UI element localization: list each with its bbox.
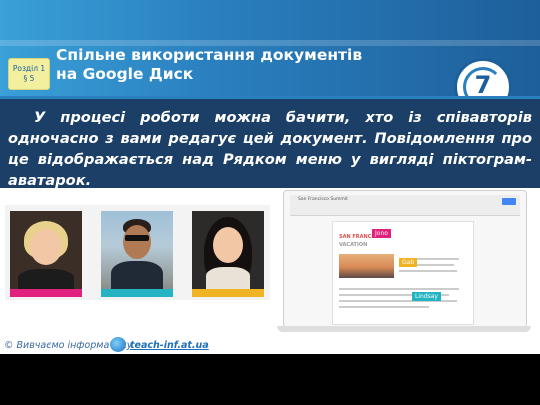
footer-black-bar: [0, 354, 540, 405]
avatar-photo-image: [192, 211, 264, 289]
doc-window-title: San Francisco Summit: [298, 197, 348, 202]
doc-toolbar: San Francisco Summit: [290, 195, 520, 216]
slide-title-line1: Спільне використання документів: [56, 46, 363, 64]
doc-text-line: [339, 288, 459, 290]
doc-page: SAN FRANCISCO VACATION: [332, 221, 474, 325]
site-link[interactable]: teach-inf.at.ua: [130, 340, 209, 351]
avatar-color-bar: [10, 289, 82, 297]
description-text: У процесі роботи можна бачити, хто із сп…: [8, 109, 532, 189]
section-badge: Розділ 1 § 5: [8, 58, 50, 90]
avatar-photo-3: [192, 211, 264, 297]
collaborator-tag-lindsay: Lindsay: [412, 292, 441, 301]
doc-heading-2: VACATION: [339, 242, 368, 248]
share-button[interactable]: [502, 198, 516, 205]
section-label: Розділ 1: [12, 64, 46, 73]
paragraph-label: § 5: [23, 74, 35, 83]
collaborator-tag-gab: Gab: [399, 258, 418, 267]
slide-title-line2: на Google Диск: [56, 65, 194, 83]
avatar-photo-image: [101, 211, 173, 291]
globe-icon: [110, 337, 126, 352]
grade-number: 7: [474, 71, 492, 99]
collaborator-tag-jono: Jono: [372, 229, 391, 238]
laptop-screen: San Francisco Summit SAN FRANCISCO VACAT…: [283, 190, 527, 328]
avatar-color-bar: [101, 289, 173, 297]
avatar-photo-image: [10, 211, 82, 291]
avatar-photos: [5, 205, 270, 300]
avatar-color-bar: [192, 289, 264, 297]
golden-gate-image: [339, 254, 394, 278]
doc-text-line: [399, 270, 457, 272]
laptop-base: [277, 326, 531, 332]
description-box: У процесі роботи можна бачити, хто із сп…: [0, 96, 540, 189]
avatar-photo-1: [10, 211, 82, 297]
avatar-photo-2: [101, 211, 173, 297]
doc-text-line: [339, 306, 429, 308]
slide-title: Спільне використання документів на Googl…: [56, 46, 416, 84]
laptop-screenshot: San Francisco Summit SAN FRANCISCO VACAT…: [277, 190, 533, 340]
